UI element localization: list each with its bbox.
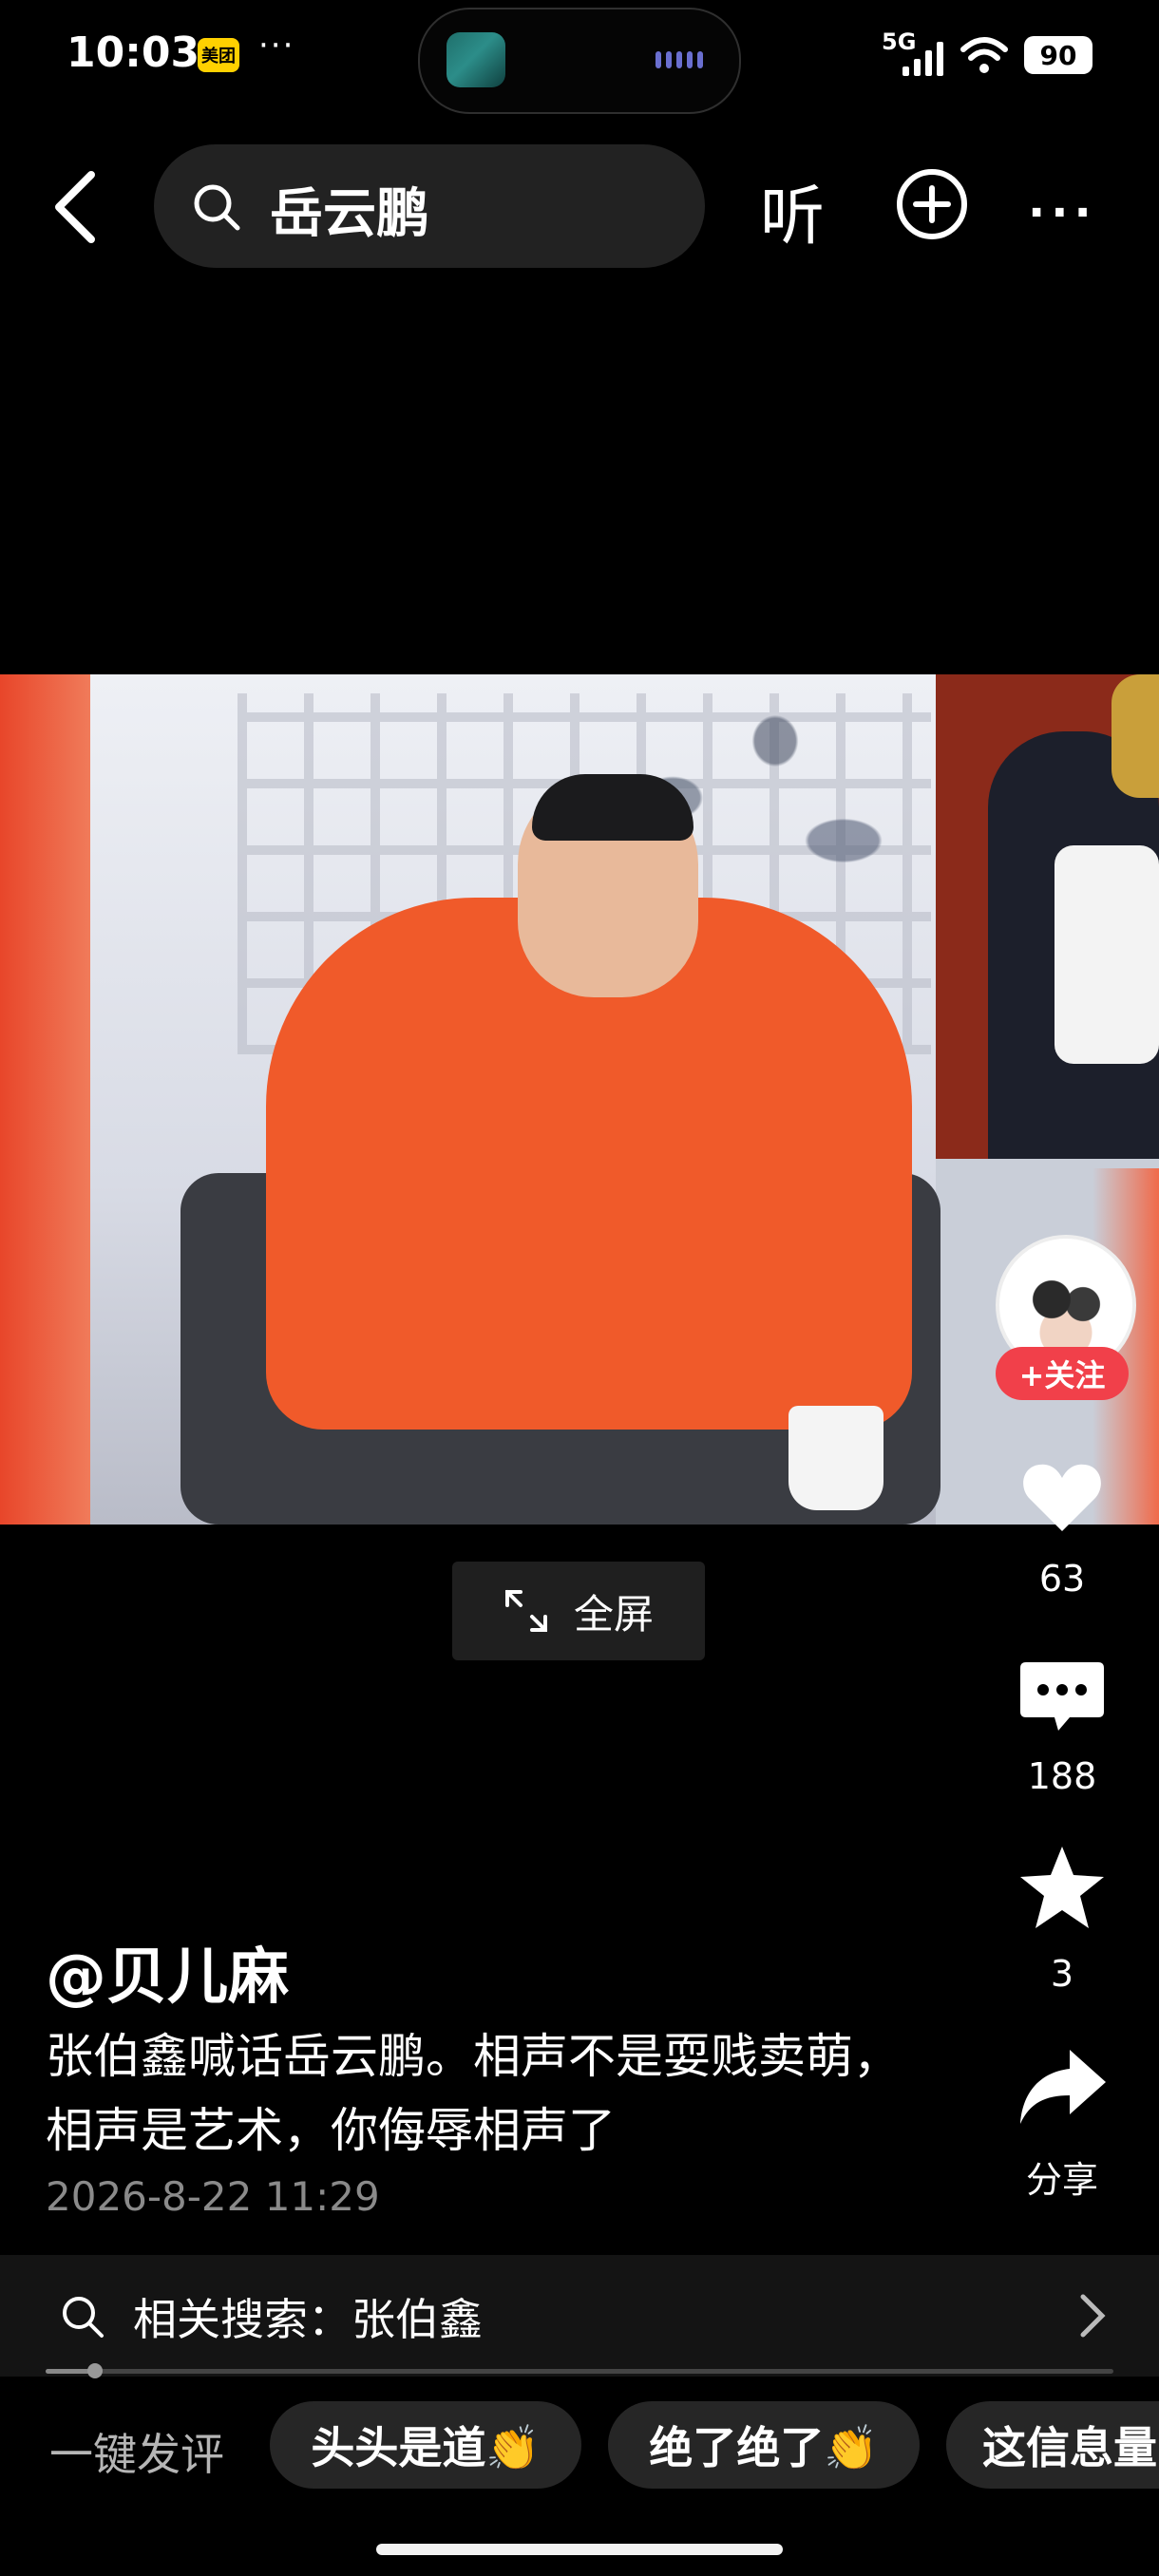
share-label[interactable]: 分享	[988, 2150, 1136, 2203]
inset-headscarf	[1112, 674, 1159, 798]
video-progress-track[interactable]	[46, 2369, 1113, 2374]
comment-icon[interactable]	[1016, 1651, 1108, 1742]
share-icon[interactable]	[1016, 2042, 1108, 2133]
status-more-icon: ···	[258, 27, 295, 65]
related-search-text[interactable]: 相关搜索：张伯鑫	[133, 2285, 483, 2348]
battery-indicator: 90	[1024, 36, 1092, 74]
audio-wave-icon	[656, 49, 709, 70]
video-player[interactable]	[0, 674, 1159, 1525]
listen-button[interactable]: 听	[760, 163, 825, 257]
video-progress-handle[interactable]	[87, 2363, 103, 2378]
comment-count: 188	[1027, 1755, 1097, 1797]
fullscreen-button[interactable]: 全屏	[452, 1562, 705, 1660]
inset-white-cloth	[1054, 845, 1159, 1064]
meituan-notification-icon: 美团	[198, 38, 239, 72]
post-caption[interactable]: 张伯鑫喊话岳云鹏。相声不是耍贱卖萌，相声是艺术，你侮辱相声了	[46, 2019, 901, 2168]
author-name[interactable]: @贝儿麻	[46, 1928, 289, 2016]
like-count: 63	[1038, 1558, 1086, 1600]
home-indicator[interactable]	[376, 2544, 783, 2555]
person-hair	[532, 774, 694, 841]
expand-icon	[504, 1590, 547, 1632]
search-icon	[194, 184, 240, 231]
quick-comment-label: 一键发评	[49, 2429, 224, 2480]
quick-comment-chip[interactable]: 绝了绝了👏	[608, 2401, 920, 2489]
avatar-image	[1018, 1261, 1113, 1356]
wifi-icon	[960, 37, 1008, 73]
fullscreen-label: 全屏	[573, 1590, 654, 1638]
white-mug	[788, 1406, 884, 1510]
video-left-edge	[0, 674, 90, 1525]
follow-button[interactable]: +关注	[996, 1347, 1129, 1400]
search-icon	[63, 2297, 104, 2338]
signal-icon	[902, 38, 944, 76]
heart-icon[interactable]	[1016, 1451, 1108, 1543]
post-date: 2026-8-22 11:29	[46, 2173, 380, 2220]
favorite-count: 3	[1050, 1953, 1074, 1995]
quick-comment-chip[interactable]: 头头是道👏	[270, 2401, 581, 2489]
more-options-icon[interactable]: ···	[1028, 186, 1097, 239]
star-icon[interactable]	[1016, 1843, 1108, 1934]
status-time: 10:03	[66, 28, 200, 77]
quick-comment-chip[interactable]: 这信息量	[946, 2401, 1159, 2489]
media-thumbnail-icon	[446, 32, 505, 87]
chevron-right-icon[interactable]	[1074, 2289, 1112, 2342]
add-circle-icon[interactable]	[895, 167, 969, 241]
back-arrow-icon[interactable]	[48, 169, 104, 245]
search-query-text[interactable]: 岳云鹏	[270, 171, 429, 248]
